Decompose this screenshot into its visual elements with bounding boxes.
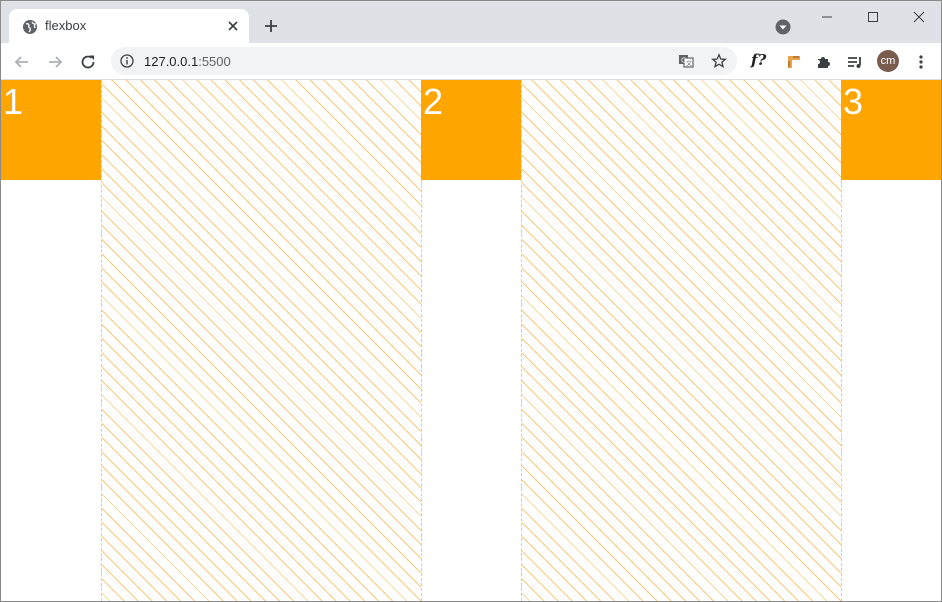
ruler-extension-icon[interactable] bbox=[785, 53, 803, 71]
flex-item-2: 2 bbox=[421, 80, 521, 180]
flex-gap-overlay bbox=[101, 80, 422, 601]
globe-icon bbox=[23, 20, 37, 34]
flex-item-1: 1 bbox=[1, 80, 101, 180]
url-host: 127.0.0.1 bbox=[144, 54, 199, 69]
close-icon[interactable] bbox=[226, 19, 240, 33]
url-port: :5500 bbox=[198, 54, 231, 69]
maximize-icon[interactable] bbox=[865, 9, 881, 25]
address-bar[interactable]: 127.0.0.1:5500 G 文 bbox=[111, 47, 737, 75]
fx-extension[interactable]: f? bbox=[751, 51, 766, 69]
window-close-icon[interactable] bbox=[911, 9, 927, 25]
page-viewport: 1 2 3 bbox=[1, 80, 941, 601]
plus-icon[interactable] bbox=[263, 18, 279, 34]
playlist-icon[interactable] bbox=[846, 53, 864, 71]
flex-item-3: 3 bbox=[841, 80, 941, 180]
browser-window: flexbox 127.0.0.1:5500 G 文 f? cm 1 2 3 bbox=[0, 0, 942, 602]
translate-icon[interactable]: G 文 bbox=[678, 53, 694, 69]
flex-gap-overlay bbox=[521, 80, 842, 601]
minimize-icon[interactable] bbox=[819, 9, 835, 25]
reload-icon[interactable] bbox=[79, 53, 97, 71]
flex-item-label: 3 bbox=[843, 81, 864, 122]
puzzle-icon[interactable] bbox=[815, 53, 833, 71]
avatar[interactable]: cm bbox=[877, 50, 899, 72]
flex-item-label: 1 bbox=[3, 81, 24, 122]
star-icon[interactable] bbox=[711, 53, 727, 69]
svg-text:文: 文 bbox=[686, 60, 692, 68]
chevron-down-icon[interactable] bbox=[775, 19, 791, 35]
back-arrow-icon[interactable] bbox=[13, 53, 31, 71]
tab-flexbox[interactable]: flexbox bbox=[9, 9, 249, 43]
more-vertical-icon[interactable] bbox=[913, 53, 929, 71]
browser-toolbar: 127.0.0.1:5500 G 文 f? cm bbox=[1, 43, 941, 80]
tab-title: flexbox bbox=[45, 18, 87, 33]
forward-arrow-icon[interactable] bbox=[46, 53, 64, 71]
tab-strip: flexbox bbox=[1, 1, 941, 43]
info-icon[interactable] bbox=[120, 54, 134, 68]
flex-item-label: 2 bbox=[423, 81, 444, 122]
url-text[interactable]: 127.0.0.1:5500 bbox=[144, 54, 231, 69]
